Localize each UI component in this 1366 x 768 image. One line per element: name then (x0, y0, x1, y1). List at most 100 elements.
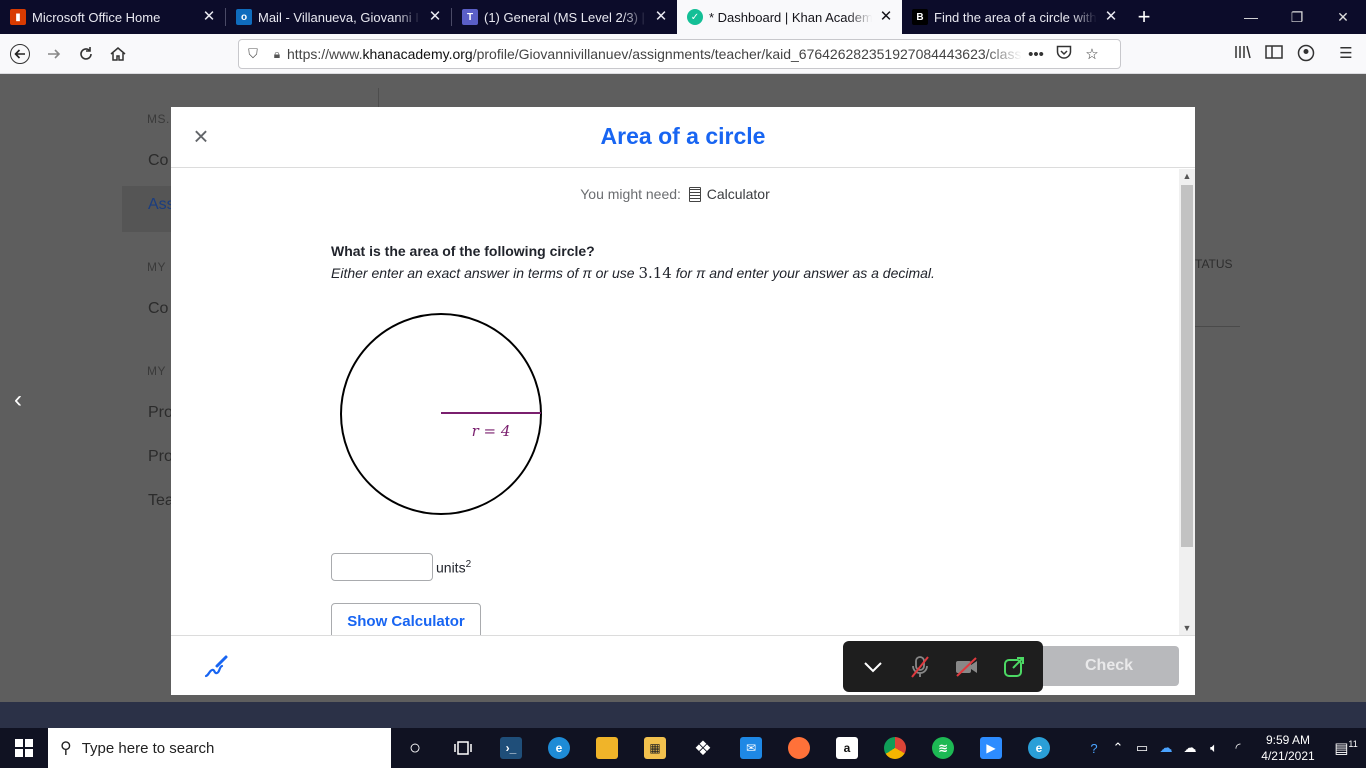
units-exponent: 2 (465, 559, 472, 570)
url-domain: khanacademy.org (362, 46, 473, 62)
camera-off-button[interactable] (949, 649, 985, 685)
sidebar-item-courses-2[interactable]: Co (148, 300, 168, 318)
url-prefix: https://www. (287, 46, 363, 62)
onedrive-personal-icon[interactable]: ☁ (1178, 740, 1202, 756)
sidebar-item-progress[interactable]: Pro (148, 448, 173, 466)
zoom-icon[interactable]: ▶ (967, 728, 1015, 768)
modal-title: Area of a circle (600, 123, 766, 149)
outlook-icon: o (236, 9, 252, 25)
forward-arrow-icon (48, 49, 61, 59)
cortana-icon[interactable]: ○ (391, 728, 439, 768)
forward-button[interactable] (38, 38, 70, 70)
microphone-off-icon (910, 655, 929, 678)
shield-icon[interactable]: ⛉ (239, 46, 267, 62)
dropbox-icon[interactable]: ❖ (679, 728, 727, 768)
table-divider (1195, 326, 1240, 327)
taskbar-clock[interactable]: 9:59 AM 4/21/2021 (1250, 732, 1326, 764)
close-icon[interactable]: ✕ (201, 9, 217, 25)
library-icon[interactable] (1233, 44, 1253, 64)
sidebar-item-courses[interactable]: Co (148, 152, 168, 170)
edge-icon[interactable]: e (535, 728, 583, 768)
lock-icon[interactable]: 🔒︎ (267, 47, 287, 62)
mute-microphone-button[interactable] (902, 649, 938, 685)
account-icon[interactable] (1296, 44, 1316, 64)
home-button[interactable] (102, 38, 134, 70)
meeting-controls (843, 641, 1043, 692)
sidebar-item-teachers[interactable]: Tea (148, 492, 174, 510)
browser-tab-outlook[interactable]: o Mail - Villanueva, Giovanni I - Outloo… (226, 0, 451, 34)
windows-logo-icon (15, 739, 33, 757)
notifications-icon[interactable]: ▤11 (1326, 739, 1366, 757)
battery-icon[interactable]: ▭ (1130, 740, 1154, 756)
restore-button[interactable]: ❐ (1274, 0, 1320, 34)
share-screen-button[interactable] (996, 649, 1032, 685)
scroll-up-arrow-icon[interactable]: ▲ (1179, 169, 1195, 183)
exercise-modal: × Area of a circle You might need: Calcu… (171, 107, 1195, 695)
answer-input[interactable] (331, 553, 433, 581)
help-icon[interactable]: ? (1082, 741, 1106, 756)
task-view-icon[interactable] (439, 728, 487, 768)
office-icon: ▮ (10, 9, 26, 25)
instruction-part: and enter your answer as a decimal. (705, 265, 935, 281)
more-actions-icon[interactable]: ••• (1022, 46, 1050, 63)
minimize-button[interactable]: — (1228, 0, 1274, 34)
firefox-icon[interactable] (775, 728, 823, 768)
browser-tab-teams[interactable]: T (1) General (MS Level 2/3) | Microsoft… (452, 0, 677, 34)
share-screen-icon (1003, 656, 1024, 677)
bookmark-star-icon[interactable]: ☆ (1078, 45, 1106, 63)
sidebar-section-heading: MS. (147, 112, 170, 126)
amazon-icon[interactable]: a (823, 728, 871, 768)
edge-icon-2[interactable]: e (1015, 728, 1063, 768)
powershell-icon[interactable]: ›_ (487, 728, 535, 768)
clock-time: 9:59 AM (1265, 733, 1311, 747)
collapse-controls-button[interactable] (855, 649, 891, 685)
chevron-up-icon[interactable]: ⌃ (1106, 740, 1130, 756)
close-icon[interactable]: ✕ (1103, 9, 1119, 25)
spotify-icon[interactable]: ≋ (919, 728, 967, 768)
wifi-icon[interactable]: ◜ (1226, 740, 1250, 756)
search-icon: ⚲ (60, 740, 72, 757)
pocket-icon-shape (1056, 45, 1072, 59)
mail-icon[interactable]: ✉ (727, 728, 775, 768)
menu-icon[interactable]: ☰ (1336, 44, 1356, 64)
pi-symbol: π (582, 265, 592, 281)
check-button[interactable]: Check (1039, 646, 1179, 686)
library-icon-shape (1235, 45, 1251, 59)
tab-label: Microsoft Office Home (32, 9, 161, 25)
circle-diagram: r = 4 (340, 313, 542, 515)
browser-tab-brainly[interactable]: B Find the area of a circle with a radiu… (902, 0, 1127, 34)
close-icon[interactable]: ✕ (653, 9, 669, 25)
khan-academy-icon: ✓ (687, 9, 703, 25)
modal-scrollbar[interactable]: ▲ ▼ (1179, 169, 1195, 635)
close-icon[interactable]: ✕ (427, 9, 443, 25)
scratchpad-icon[interactable] (203, 654, 229, 680)
onedrive-icon[interactable]: ☁ (1154, 740, 1178, 756)
close-window-button[interactable]: ✕ (1320, 0, 1366, 34)
close-icon[interactable]: ✕ (878, 9, 894, 25)
browser-tab-khan-academy[interactable]: ✓ * Dashboard | Khan Academy ✕ (677, 0, 902, 34)
start-button[interactable] (0, 728, 48, 768)
volume-icon[interactable]: 🔈︎ (1202, 740, 1226, 756)
taskbar-search-input[interactable]: ⚲ Type here to search (48, 728, 391, 768)
chrome-icon[interactable] (871, 728, 919, 768)
show-calculator-button[interactable]: Show Calculator (331, 603, 481, 635)
chevron-left-icon[interactable]: ‹ (14, 386, 22, 414)
url-path: /profile/Giovannivillanuev/assignments/t… (472, 46, 1022, 62)
store-icon[interactable]: ▦ (631, 728, 679, 768)
address-bar[interactable]: ⛉ 🔒︎ https://www.khanacademy.org/profile… (238, 39, 1121, 69)
browser-nav-bar: ⛉ 🔒︎ https://www.khanacademy.org/profile… (0, 34, 1366, 74)
scrollbar-thumb[interactable] (1181, 185, 1193, 547)
units-text: units (436, 559, 466, 576)
back-button[interactable] (4, 38, 36, 70)
units-label: units2 (436, 559, 471, 576)
url-text[interactable]: https://www.khanacademy.org/profile/Giov… (287, 46, 1022, 62)
pocket-icon[interactable] (1050, 45, 1078, 64)
scroll-down-arrow-icon[interactable]: ▼ (1179, 621, 1195, 635)
new-tab-button[interactable]: + (1127, 0, 1161, 34)
sidebar-item-profile[interactable]: Pro (148, 404, 173, 422)
file-explorer-icon[interactable] (583, 728, 631, 768)
reload-button[interactable] (70, 38, 102, 70)
browser-tab-office[interactable]: ▮ Microsoft Office Home ✕ (0, 0, 225, 34)
system-tray: ? ⌃ ▭ ☁ ☁ 🔈︎ ◜ 9:59 AM 4/21/2021 ▤11 (1082, 728, 1366, 768)
sidebar-toggle-icon[interactable] (1264, 44, 1284, 64)
